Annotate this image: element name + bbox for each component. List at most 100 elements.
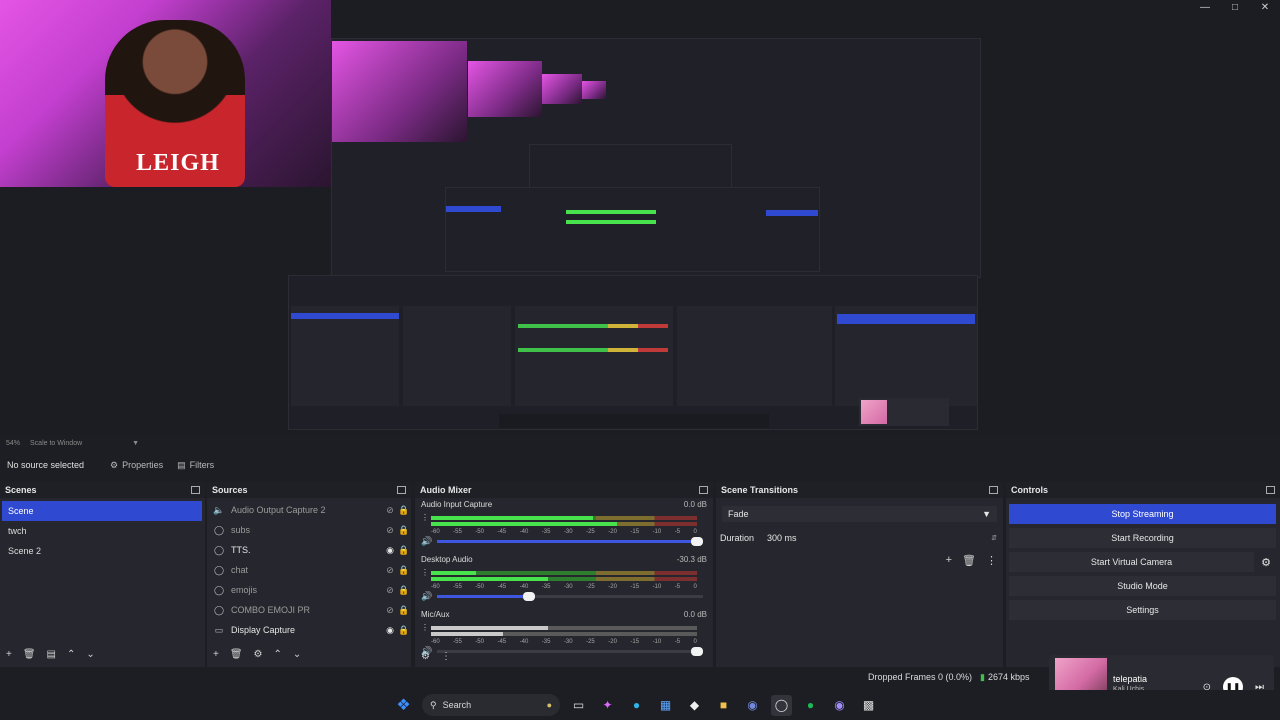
source-item[interactable]: ▭ Display Capture ◉ 🔒 bbox=[207, 620, 411, 640]
transition-select[interactable]: Fade ▼ bbox=[722, 506, 997, 522]
filter-icon[interactable]: ▤ bbox=[47, 649, 56, 660]
sources-dock: Sources 🔈 Audio Output Capture 2 ⊘ 🔒 ◯ s… bbox=[207, 482, 411, 667]
spotify-icon[interactable]: ● bbox=[800, 695, 821, 716]
scenes-dock: Scenes Scene twch Scene 2 + 🗑 ▤ ⌃ ⌄ bbox=[0, 482, 205, 667]
studio-mode-button[interactable]: Studio Mode bbox=[1009, 576, 1276, 596]
lock-icon[interactable]: 🔒 bbox=[397, 525, 411, 536]
mixer-track-db: 0.0 dB bbox=[683, 610, 707, 619]
speaker-icon[interactable]: 🔊 bbox=[421, 536, 433, 547]
source-toolbar: No source selected ⚙ Properties ▤ Filter… bbox=[0, 455, 1280, 475]
source-item[interactable]: ◯ TTS. ◉ 🔒 bbox=[207, 540, 411, 560]
eye-icon[interactable]: ◉ bbox=[383, 625, 397, 636]
edge-icon[interactable]: ● bbox=[626, 695, 647, 716]
close-icon[interactable]: ✕ bbox=[1250, 0, 1280, 14]
lock-icon[interactable]: 🔒 bbox=[397, 585, 411, 596]
chevron-down-icon[interactable]: ▼ bbox=[132, 440, 139, 447]
no-source-label: No source selected bbox=[7, 460, 85, 470]
hidden-eye-icon[interactable]: ⊘ bbox=[383, 525, 397, 536]
store-icon[interactable]: ▦ bbox=[655, 695, 676, 716]
zoom-level[interactable]: 54% bbox=[6, 440, 20, 447]
fader-knob[interactable] bbox=[523, 591, 536, 601]
app-icon-2[interactable]: ◉ bbox=[829, 695, 850, 716]
track-menu-icon[interactable]: ⋮ bbox=[421, 569, 429, 577]
preview-canvas[interactable]: LEIGH bbox=[0, 0, 1280, 435]
chevron-up-icon[interactable]: ⌃ bbox=[274, 649, 282, 660]
lock-icon[interactable]: 🔒 bbox=[397, 605, 411, 616]
obs-icon[interactable]: ◯ bbox=[771, 694, 792, 716]
mixer-track-db: 0.0 dB bbox=[683, 500, 707, 509]
gear-icon[interactable]: ⚙ bbox=[1256, 552, 1276, 572]
trash-icon[interactable]: 🗑 bbox=[962, 554, 976, 567]
eye-icon[interactable]: ◉ bbox=[383, 545, 397, 556]
lock-icon[interactable]: 🔒 bbox=[397, 565, 411, 576]
transitions-header: Scene Transitions bbox=[716, 482, 1003, 498]
settings-button[interactable]: Settings bbox=[1009, 600, 1276, 620]
discord-icon[interactable]: ◉ bbox=[742, 695, 763, 716]
add-icon[interactable]: + bbox=[6, 649, 12, 660]
hidden-eye-icon[interactable]: ⊘ bbox=[383, 605, 397, 616]
popout-icon[interactable] bbox=[989, 486, 998, 494]
lock-icon[interactable]: 🔒 bbox=[397, 505, 411, 516]
scale-tick: -5 bbox=[674, 639, 681, 645]
webcam-feed: LEIGH bbox=[0, 0, 331, 187]
popout-icon[interactable] bbox=[191, 486, 200, 494]
duration-input[interactable]: 300 ms bbox=[764, 530, 992, 546]
source-item[interactable]: 🔈 Audio Output Capture 2 ⊘ 🔒 bbox=[207, 500, 411, 520]
start-virtual-camera-button[interactable]: Start Virtual Camera bbox=[1009, 552, 1254, 572]
app-icon-3[interactable]: ▩ bbox=[858, 695, 879, 716]
spinner-icon[interactable]: ⇵ bbox=[991, 534, 997, 542]
add-icon[interactable]: + bbox=[213, 649, 219, 660]
taskbar-search[interactable]: ⚲ Search ● bbox=[422, 694, 560, 716]
copilot-icon[interactable]: ✦ bbox=[597, 695, 618, 716]
scene-item[interactable]: Scene bbox=[2, 501, 202, 521]
maximize-icon[interactable]: □ bbox=[1220, 0, 1250, 14]
lock-icon[interactable]: 🔒 bbox=[397, 625, 411, 636]
popout-icon[interactable] bbox=[1266, 486, 1275, 494]
advanced-audio-icon[interactable]: ⚙ bbox=[421, 651, 430, 662]
properties-button[interactable]: ⚙ Properties bbox=[110, 460, 163, 471]
track-menu-icon[interactable]: ⋮ bbox=[421, 514, 429, 522]
app-icon[interactable]: ◆ bbox=[684, 695, 705, 716]
task-view-icon[interactable]: ▭ bbox=[568, 695, 589, 716]
volume-fader[interactable]: 🔊 bbox=[421, 591, 703, 601]
fader-knob[interactable] bbox=[691, 536, 703, 546]
volume-fader[interactable]: 🔊 bbox=[421, 536, 703, 546]
hidden-eye-icon[interactable]: ⊘ bbox=[383, 585, 397, 596]
mixer-track-header: Desktop Audio -30.3 dB bbox=[421, 555, 707, 567]
more-icon[interactable]: ⋮ bbox=[986, 554, 997, 567]
source-item[interactable]: ◯ emojis ⊘ 🔒 bbox=[207, 580, 411, 600]
add-icon[interactable]: + bbox=[946, 554, 952, 567]
scale-tick: -60 bbox=[431, 529, 440, 535]
scale-tick: 0 bbox=[693, 639, 697, 645]
start-recording-button[interactable]: Start Recording bbox=[1009, 528, 1276, 548]
gear-icon[interactable]: ⚙ bbox=[254, 649, 263, 660]
chevron-down-icon[interactable]: ⌄ bbox=[86, 649, 94, 660]
scenes-title: Scenes bbox=[5, 485, 37, 495]
duration-row: Duration 300 ms ⇵ bbox=[720, 530, 997, 546]
scale-mode-select[interactable]: Scale to Window bbox=[30, 440, 82, 447]
scene-item[interactable]: twch bbox=[2, 521, 202, 541]
more-icon[interactable]: ⋮ bbox=[441, 651, 451, 662]
chevron-up-icon[interactable]: ⌃ bbox=[67, 649, 75, 660]
chevron-down-icon[interactable]: ⌄ bbox=[293, 649, 301, 660]
scale-tick: -45 bbox=[497, 584, 507, 590]
filters-button[interactable]: ▤ Filters bbox=[177, 460, 214, 471]
folder-icon[interactable]: ■ bbox=[713, 695, 734, 716]
hidden-eye-icon[interactable]: ⊘ bbox=[383, 565, 397, 576]
mixer-track-name: Mic/Aux bbox=[421, 610, 450, 619]
source-item[interactable]: ◯ subs ⊘ 🔒 bbox=[207, 520, 411, 540]
popout-icon[interactable] bbox=[699, 486, 708, 494]
lock-icon[interactable]: 🔒 bbox=[397, 545, 411, 556]
stop-streaming-button[interactable]: Stop Streaming bbox=[1009, 504, 1276, 524]
scene-item[interactable]: Scene 2 bbox=[2, 541, 202, 561]
trash-icon[interactable]: 🗑 bbox=[23, 649, 36, 660]
popout-icon[interactable] bbox=[397, 486, 406, 494]
track-menu-icon[interactable]: ⋮ bbox=[421, 624, 429, 632]
trash-icon[interactable]: 🗑 bbox=[230, 649, 243, 660]
source-item[interactable]: ◯ chat ⊘ 🔒 bbox=[207, 560, 411, 580]
hidden-eye-icon[interactable]: ⊘ bbox=[383, 505, 397, 516]
minimize-icon[interactable]: — bbox=[1190, 0, 1220, 14]
source-item[interactable]: ◯ COMBO EMOJI PR ⊘ 🔒 bbox=[207, 600, 411, 620]
speaker-icon[interactable]: 🔊 bbox=[421, 591, 433, 602]
windows-start-icon[interactable]: ❖ bbox=[393, 695, 414, 716]
